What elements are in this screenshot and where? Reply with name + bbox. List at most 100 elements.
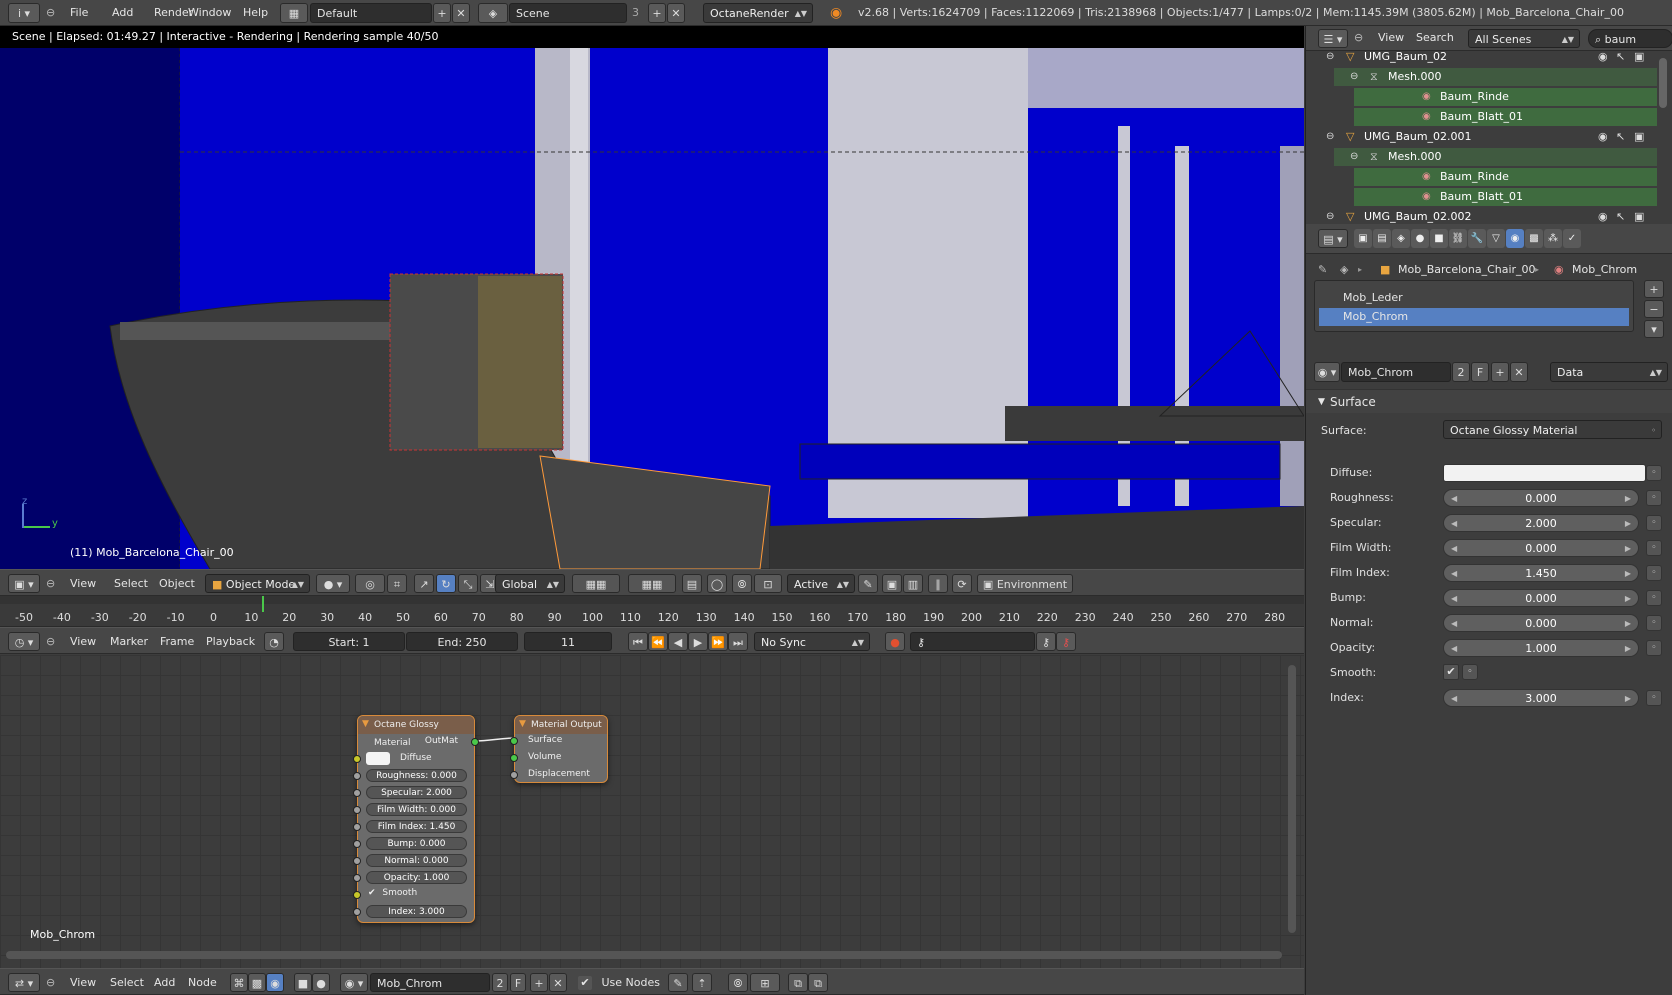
surface-panel-header[interactable]: ▼ Surface — [1306, 389, 1672, 413]
link-node-dot-icon[interactable]: ◦ — [1646, 515, 1662, 531]
world-tab-icon[interactable]: ● — [1411, 229, 1429, 248]
menu-node[interactable]: Node — [184, 973, 221, 992]
scene-tab-icon[interactable]: ◈ — [1392, 229, 1410, 248]
menu-help[interactable]: Help — [239, 3, 272, 23]
insert-keyframe-icon[interactable]: ⚷ — [1036, 632, 1056, 651]
play-reverse-icon[interactable]: ◀ — [668, 632, 688, 651]
increment-arrow-icon[interactable]: ▶ — [1625, 690, 1631, 708]
manipulator-toggle-button[interactable]: ⌗ — [387, 574, 407, 593]
end-frame-field[interactable]: End: 250 — [406, 632, 518, 651]
delete-keyframe-icon[interactable]: ⚷ — [1056, 632, 1076, 651]
add-screen-button[interactable]: + — [433, 3, 451, 23]
node-film-index-field[interactable]: Film Index: 1.450 — [366, 820, 467, 833]
eye-icon[interactable]: ◉ — [1598, 207, 1608, 224]
node-new-material-button[interactable]: + — [530, 973, 548, 992]
material-link-dropdown[interactable]: Data ▲▼ — [1550, 362, 1668, 382]
diffuse-socket[interactable] — [353, 755, 361, 763]
snap-element-icon[interactable]: ⊞ — [750, 973, 780, 992]
menu-frame[interactable]: Frame — [156, 632, 198, 651]
normal-socket[interactable] — [353, 857, 361, 865]
node-editor[interactable]: Octane Glossy Material ▼ OutMat Diffuse … — [0, 655, 1304, 968]
3d-viewport[interactable]: Scene | Elapsed: 01:49.27 | Interactive … — [0, 26, 1304, 569]
parent-node-icon[interactable]: ⇡ — [692, 973, 712, 992]
cursor-icon[interactable]: ↖ — [1616, 127, 1625, 147]
material-name-field[interactable]: Mob_Chrom — [1341, 362, 1451, 382]
render-camera-icon[interactable]: ▣ — [882, 574, 902, 593]
menu-view[interactable]: View — [66, 632, 100, 651]
material-tab-icon[interactable]: ◉ — [1506, 229, 1524, 248]
collapse-menu-icon[interactable]: ⊖ — [46, 632, 55, 651]
decrement-arrow-icon[interactable]: ◀ — [1451, 515, 1457, 533]
decrement-arrow-icon[interactable]: ◀ — [1451, 590, 1457, 608]
decrement-arrow-icon[interactable]: ◀ — [1451, 615, 1457, 633]
lock-camera-icon[interactable]: ▤ — [682, 574, 702, 593]
current-frame-indicator[interactable] — [262, 596, 264, 612]
smooth-socket[interactable] — [353, 891, 361, 899]
property-slider[interactable]: ◀ 0.000 ▶ — [1443, 589, 1639, 607]
pause-render-icon[interactable]: ∥ — [928, 574, 948, 593]
collapse-menu-icon[interactable]: ⊖ — [1354, 31, 1363, 44]
cursor-icon[interactable]: ↖ — [1616, 207, 1625, 224]
transform-orientation-dropdown[interactable]: Global ▲▼ — [495, 574, 565, 593]
remove-material-slot-button[interactable]: − — [1644, 300, 1664, 318]
link-node-dot-icon[interactable]: ◦ — [1646, 540, 1662, 556]
rotate-manipulator-button[interactable]: ↻ — [436, 574, 456, 593]
octane-glossy-node[interactable]: Octane Glossy Material ▼ OutMat Diffuse … — [353, 715, 479, 923]
volume-input-socket[interactable] — [510, 754, 518, 762]
start-frame-field[interactable]: Start: 1 — [293, 632, 405, 651]
modifiers-tab-icon[interactable]: 🔧 — [1468, 229, 1486, 248]
render-engine-dropdown[interactable]: OctaneRender ▲▼ — [703, 3, 813, 23]
eye-icon[interactable]: ◉ — [1598, 127, 1608, 147]
physics-tab-icon[interactable]: ✓ — [1563, 229, 1581, 248]
link-node-dot-icon[interactable]: ◦ — [1646, 565, 1662, 581]
node-roughness-field[interactable]: Roughness: 0.000 — [366, 769, 467, 782]
specular-socket[interactable] — [353, 789, 361, 797]
material-sphere-icon[interactable]: ◉ — [1422, 187, 1431, 207]
film-width-socket[interactable] — [353, 806, 361, 814]
outliner-search-field[interactable]: ⌕ baum — [1588, 29, 1672, 48]
menu-select[interactable]: Select — [110, 574, 152, 593]
material-sphere-icon[interactable]: ◉ — [1422, 87, 1431, 107]
collapse-menu-icon[interactable]: ⊖ — [46, 574, 55, 593]
timeline-ruler[interactable]: -50 -40 -30 -20 -10 0 10 20 30 40 50 60 70 80 90 100 110… — [0, 596, 1304, 627]
expand-toggle-icon[interactable]: ⊖ — [1326, 127, 1334, 147]
editor-type-outliner-button[interactable]: ☰ ▾ — [1318, 29, 1348, 48]
index-socket[interactable] — [353, 908, 361, 916]
node-smooth-checkbox[interactable]: ✔ Smooth — [368, 888, 417, 898]
add-scene-button[interactable]: + — [648, 3, 666, 23]
render-anim-icon[interactable]: ▥ — [903, 574, 923, 593]
property-slider[interactable]: ◀ 3.000 ▶ — [1443, 689, 1639, 707]
interaction-mode-dropdown[interactable]: ■ Object Mode ▲▼ — [205, 574, 310, 593]
material-slot-item-selected[interactable]: Mob_Chrom — [1319, 308, 1629, 326]
increment-arrow-icon[interactable]: ▶ — [1625, 615, 1631, 633]
eye-icon[interactable]: ◉ — [1598, 51, 1608, 67]
displacement-input-socket[interactable] — [510, 771, 518, 779]
unlink-material-button[interactable]: ✕ — [1510, 362, 1528, 382]
outliner-row-object[interactable]: ⊖ ▽ UMG_Baum_02 ◉ ↖ ▣ — [1306, 51, 1657, 67]
outliner-row-mesh[interactable]: ⊖ ⧖ Mesh.000 — [1306, 67, 1657, 87]
backdrop-icon[interactable]: ✎ — [668, 973, 688, 992]
property-slider[interactable]: ◀ 1.450 ▶ — [1443, 564, 1639, 582]
increment-arrow-icon[interactable]: ▶ — [1625, 540, 1631, 558]
record-icon[interactable]: ● — [885, 632, 905, 651]
use-nodes-checkbox[interactable]: ✔ Use Nodes — [578, 973, 660, 992]
menu-add[interactable]: Add — [150, 973, 179, 992]
menu-marker[interactable]: Marker — [106, 632, 152, 651]
paste-nodes-icon[interactable]: ⧉ — [808, 973, 828, 992]
viewport-shading-button[interactable]: ● ▾ — [316, 574, 350, 593]
scene-icon[interactable]: ◈ — [478, 3, 508, 23]
particles-tab-icon[interactable]: ⁂ — [1544, 229, 1562, 248]
prev-keyframe-icon[interactable]: ⏪ — [648, 632, 668, 651]
collapse-node-icon[interactable]: ▼ — [362, 719, 369, 729]
material-users-count[interactable]: 2 — [1452, 362, 1470, 382]
link-node-dot-icon[interactable]: ◦ — [1646, 640, 1662, 656]
material-nodes-icon[interactable]: ◉ — [266, 973, 284, 992]
camera-icon[interactable]: ▣ — [1634, 207, 1644, 224]
property-slider[interactable]: ◀ 0.000 ▶ — [1443, 489, 1639, 507]
preview-range-icon[interactable]: ◔ — [264, 632, 284, 651]
pivot-point-button[interactable]: ◎ — [355, 574, 385, 593]
jump-start-icon[interactable]: ⏮ — [628, 632, 648, 651]
diffuse-color-swatch[interactable] — [366, 752, 390, 765]
node-fake-user-button[interactable]: F — [510, 973, 526, 992]
decrement-arrow-icon[interactable]: ◀ — [1451, 540, 1457, 558]
